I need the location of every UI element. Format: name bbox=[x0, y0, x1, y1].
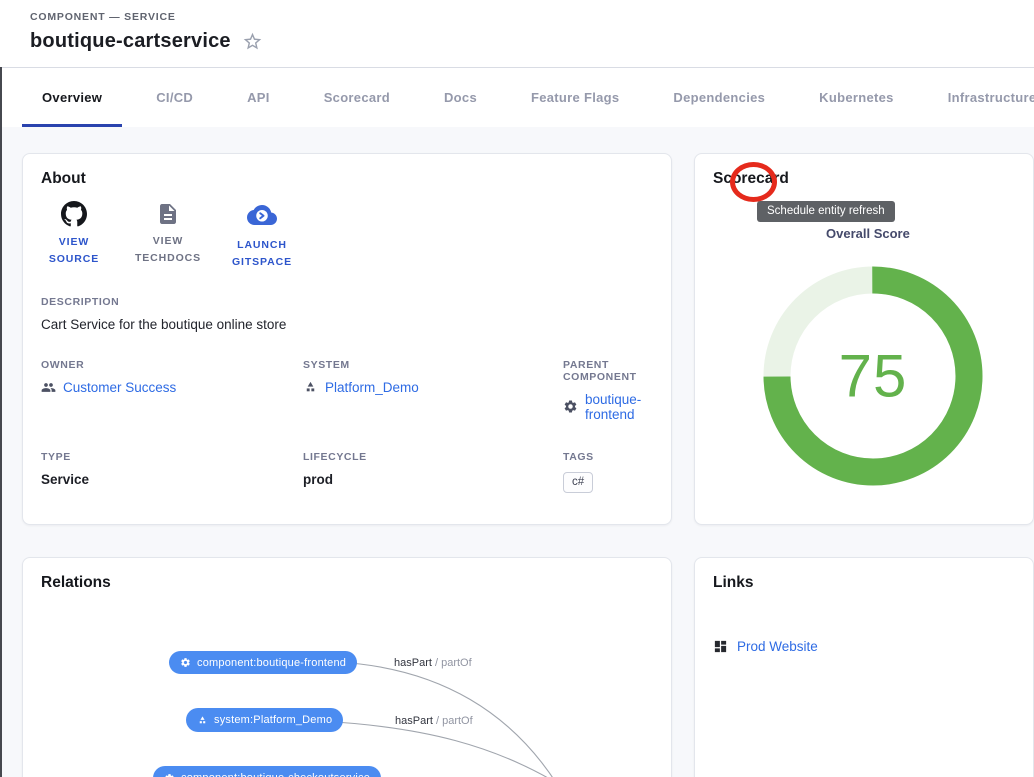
refresh-tooltip: Schedule entity refresh bbox=[757, 201, 895, 222]
about-card-title: About bbox=[23, 154, 671, 188]
favorite-star-icon[interactable] bbox=[242, 31, 263, 52]
system-icon bbox=[197, 715, 208, 726]
tab-cicd[interactable]: CI/CD bbox=[136, 68, 213, 127]
group-icon bbox=[41, 380, 56, 395]
tag-chip[interactable]: c# bbox=[563, 472, 593, 493]
relation-node-label: component:boutique-checkoutservice bbox=[181, 772, 370, 777]
tab-docs[interactable]: Docs bbox=[424, 68, 497, 127]
launch-gitspace-button[interactable]: LAUNCH GITSPACE bbox=[223, 201, 301, 271]
owner-value: Customer Success bbox=[63, 380, 176, 395]
type-label: TYPE bbox=[41, 451, 303, 463]
entity-header: COMPONENT — SERVICE boutique-cartservice bbox=[0, 0, 1034, 68]
tags-field: TAGS c# bbox=[563, 451, 653, 493]
links-card: Links Prod Website bbox=[694, 557, 1034, 777]
component-gear-icon bbox=[180, 657, 191, 668]
edge-label-haspart-1: hasPart / partOf bbox=[394, 657, 472, 669]
parent-component-label: PARENT COMPONENT bbox=[563, 359, 653, 383]
type-field: TYPE Service bbox=[41, 451, 303, 493]
tags-label: TAGS bbox=[563, 451, 653, 463]
owner-link[interactable]: Customer Success bbox=[41, 380, 303, 395]
gitspace-cloud-icon bbox=[247, 200, 277, 230]
about-actions: VIEW SOURCE VIEW TECHDOCS LAUNCH GITSPAC… bbox=[35, 201, 671, 271]
breadcrumb: COMPONENT — SERVICE bbox=[30, 11, 1034, 23]
parent-component-field: PARENT COMPONENT boutique-frontend bbox=[563, 359, 653, 422]
overall-score-label: Overall Score bbox=[826, 226, 910, 241]
component-gear-icon bbox=[563, 399, 578, 414]
relation-node-platform-demo[interactable]: system:Platform_Demo bbox=[186, 708, 343, 732]
tab-api[interactable]: API bbox=[227, 68, 290, 127]
scorecard-card-title: Scorecard bbox=[695, 154, 1033, 188]
links-card-title: Links bbox=[695, 558, 1033, 592]
tab-scorecard[interactable]: Scorecard bbox=[304, 68, 410, 127]
view-source-label: VIEW SOURCE bbox=[35, 234, 113, 268]
tab-kubernetes[interactable]: Kubernetes bbox=[799, 68, 914, 127]
parent-component-link[interactable]: boutique-frontend bbox=[563, 392, 653, 422]
owner-label: OWNER bbox=[41, 359, 303, 371]
about-fields: OWNER Customer Success SYSTEM Pla bbox=[41, 359, 653, 493]
description-value: Cart Service for the boutique online sto… bbox=[41, 317, 653, 332]
window-left-edge bbox=[0, 67, 2, 777]
edge-label-haspart-2: hasPart / partOf bbox=[395, 715, 473, 727]
page-title: boutique-cartservice bbox=[30, 30, 231, 53]
tab-infrastructure[interactable]: Infrastructure bbox=[928, 68, 1034, 127]
lifecycle-label: LIFECYCLE bbox=[303, 451, 563, 463]
tab-dependencies[interactable]: Dependencies bbox=[653, 68, 785, 127]
owner-field: OWNER Customer Success bbox=[41, 359, 303, 422]
tab-overview[interactable]: Overview bbox=[22, 68, 122, 127]
system-value: Platform_Demo bbox=[325, 380, 419, 395]
overview-content: About Schedule entity refresh VIEW SOU bbox=[0, 127, 1034, 777]
prod-website-link[interactable]: Prod Website bbox=[713, 639, 1033, 654]
entity-tabs: Overview CI/CD API Scorecard Docs Featur… bbox=[0, 68, 1034, 127]
about-card: About Schedule entity refresh VIEW SOU bbox=[22, 153, 672, 525]
view-techdocs-button[interactable]: VIEW TECHDOCS bbox=[129, 201, 207, 271]
view-source-button[interactable]: VIEW SOURCE bbox=[35, 201, 113, 271]
system-icon bbox=[303, 380, 318, 395]
overall-score-value: 75 bbox=[839, 342, 908, 411]
relation-node-boutique-checkoutservice[interactable]: component:boutique-checkoutservice bbox=[153, 766, 381, 777]
view-techdocs-label: VIEW TECHDOCS bbox=[129, 233, 207, 267]
description-label: DESCRIPTION bbox=[41, 296, 653, 308]
lifecycle-value: prod bbox=[303, 472, 563, 487]
relation-node-boutique-frontend[interactable]: component:boutique-frontend bbox=[169, 651, 357, 674]
relation-node-label: system:Platform_Demo bbox=[214, 714, 332, 726]
tab-feature-flags[interactable]: Feature Flags bbox=[511, 68, 639, 127]
launch-gitspace-label: LAUNCH GITSPACE bbox=[223, 237, 301, 271]
relation-node-label: component:boutique-frontend bbox=[197, 657, 346, 669]
system-link[interactable]: Platform_Demo bbox=[303, 380, 563, 395]
dashboard-icon bbox=[713, 639, 728, 654]
system-label: SYSTEM bbox=[303, 359, 563, 371]
parent-component-value: boutique-frontend bbox=[585, 392, 653, 422]
techdocs-document-icon bbox=[156, 202, 180, 226]
lifecycle-field: LIFECYCLE prod bbox=[303, 451, 563, 493]
type-value: Service bbox=[41, 472, 303, 487]
github-icon bbox=[61, 201, 87, 227]
component-gear-icon bbox=[164, 773, 175, 777]
prod-website-label: Prod Website bbox=[737, 639, 818, 654]
relations-card: Relations component:boutique-frontend sy… bbox=[22, 557, 672, 777]
system-field: SYSTEM Platform_Demo bbox=[303, 359, 563, 422]
